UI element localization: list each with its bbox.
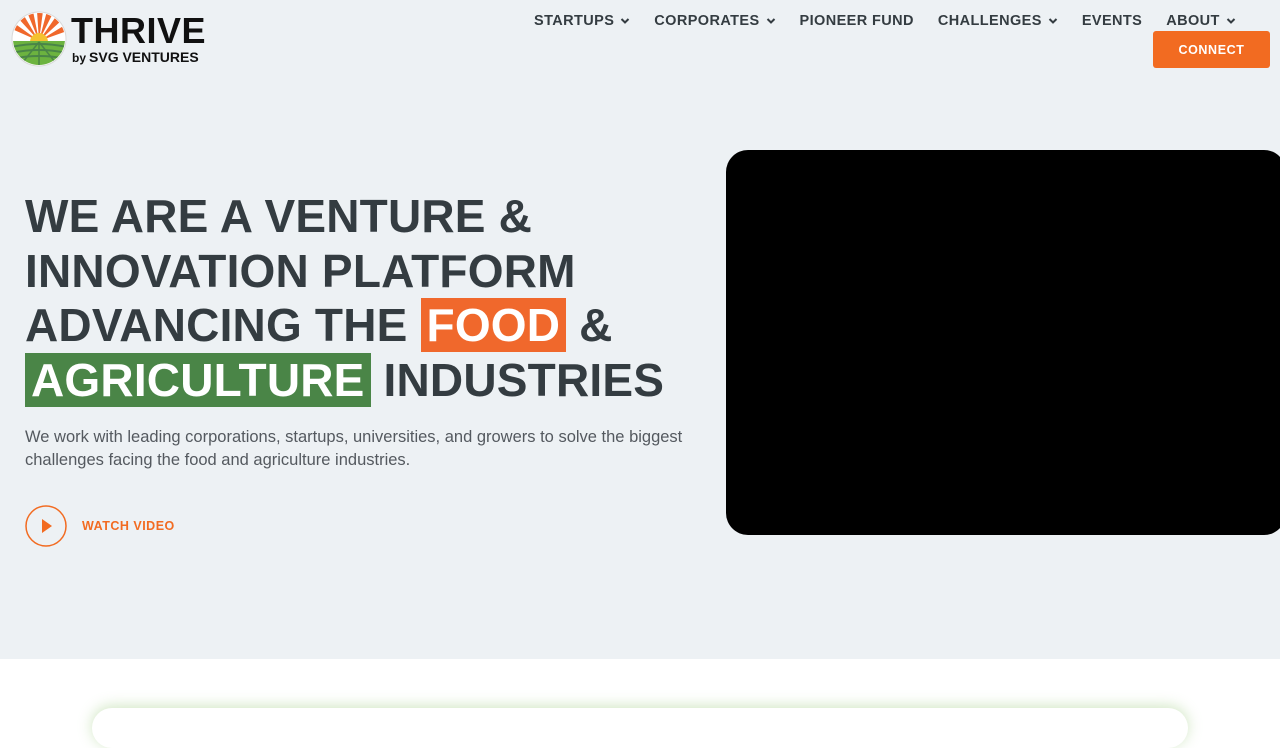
- chevron-down-icon: [766, 18, 775, 24]
- nav-item-corporates[interactable]: CORPORATES: [642, 10, 787, 32]
- main-nav: STARTUPS CORPORATES PIONEER FUND CHALLEN…: [522, 10, 1248, 32]
- hero-section: THRIVE by SVG VENTURES STARTUPS CORPORATE…: [0, 0, 1280, 659]
- chevron-down-icon: [1226, 18, 1236, 24]
- play-icon: [25, 505, 67, 547]
- content-card: [92, 708, 1188, 748]
- nav-item-pioneer-fund[interactable]: PIONEER FUND: [788, 10, 926, 32]
- watch-video-button[interactable]: WATCH VIDEO: [25, 504, 175, 548]
- nav-item-label: ABOUT: [1166, 13, 1220, 29]
- sunrise-logo-icon: [11, 11, 67, 67]
- hero-headline: WE ARE A VENTURE & INNOVATION PLATFORM A…: [25, 189, 705, 407]
- hero-description: We work with leading corporations, start…: [25, 428, 683, 469]
- brand-subtitle-text: SVG VENTURES: [89, 49, 199, 65]
- headline-text: &: [566, 299, 613, 351]
- nav-item-label: CHALLENGES: [937, 13, 1042, 29]
- nav-item-about[interactable]: ABOUT: [1154, 10, 1248, 32]
- chevron-down-icon: [1048, 18, 1058, 24]
- nav-item-label: STARTUPS: [534, 13, 615, 29]
- brand-subtitle: by SVG VENTURES: [72, 49, 199, 66]
- nav-item-label: EVENTS: [1081, 13, 1143, 29]
- brand-name: THRIVE: [71, 10, 207, 51]
- headline-line-1: WE ARE A VENTURE &: [25, 190, 533, 242]
- thrive-logo[interactable]: THRIVE by SVG VENTURES: [11, 11, 211, 69]
- headline-text: INDUSTRIES: [370, 353, 665, 406]
- video-player[interactable]: [726, 150, 1280, 535]
- headline-line-2: INNOVATION PLATFORM: [25, 244, 576, 297]
- headline-line-3: ADVANCING THE FOOD &: [25, 298, 705, 353]
- watch-video-label: WATCH VIDEO: [82, 519, 175, 533]
- nav-item-label: PIONEER FUND: [799, 13, 914, 29]
- nav-item-startups[interactable]: STARTUPS: [522, 10, 642, 32]
- nav-item-label: CORPORATES: [654, 13, 760, 29]
- headline-line-4: AGRICULTURE INDUSTRIES: [25, 352, 705, 408]
- food-highlight: FOOD: [420, 298, 567, 352]
- chevron-down-icon: [621, 18, 630, 24]
- headline-text: ADVANCING THE: [25, 299, 421, 351]
- agriculture-highlight: AGRICULTURE: [25, 352, 371, 407]
- connect-button[interactable]: CONNECT: [1153, 31, 1270, 68]
- nav-item-events[interactable]: EVENTS: [1070, 10, 1154, 32]
- nav-item-challenges[interactable]: CHALLENGES: [926, 10, 1070, 32]
- brand-by: by: [72, 51, 87, 65]
